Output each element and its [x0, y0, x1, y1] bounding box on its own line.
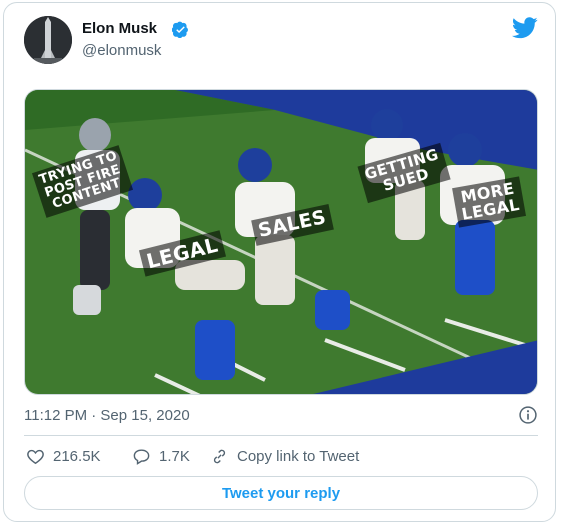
football-field-scene: [25, 90, 537, 394]
rocket-avatar-icon: [24, 16, 72, 64]
tweet-timestamp[interactable]: 11:12 PM · Sep 15, 2020: [24, 407, 190, 424]
heart-icon: [27, 449, 44, 465]
reply-action[interactable]: 1.7K: [132, 447, 190, 466]
tweet-your-reply-button[interactable]: Tweet your reply: [24, 476, 538, 510]
reply-bubble-icon: [133, 449, 150, 465]
handle[interactable]: @elonmusk: [82, 42, 161, 59]
meme-image[interactable]: TRYING TO POST FIRE CONTENT LEGAL SALES …: [24, 89, 538, 395]
tweet-card: Elon Musk @elonmusk TRYING TO POST FIRE …: [3, 2, 556, 522]
like-action[interactable]: 216.5K: [26, 447, 101, 466]
info-icon[interactable]: [518, 405, 538, 425]
avatar[interactable]: [24, 16, 72, 64]
verified-badge-icon: [172, 21, 188, 38]
twitter-bird-icon[interactable]: [512, 17, 538, 39]
divider: [24, 435, 538, 436]
like-count: 216.5K: [53, 448, 101, 465]
copy-link-action[interactable]: Copy link to Tweet: [210, 447, 359, 466]
copy-link-label: Copy link to Tweet: [237, 448, 360, 465]
link-icon: [213, 449, 226, 464]
reply-count: 1.7K: [159, 448, 190, 465]
display-name[interactable]: Elon Musk: [82, 20, 157, 37]
